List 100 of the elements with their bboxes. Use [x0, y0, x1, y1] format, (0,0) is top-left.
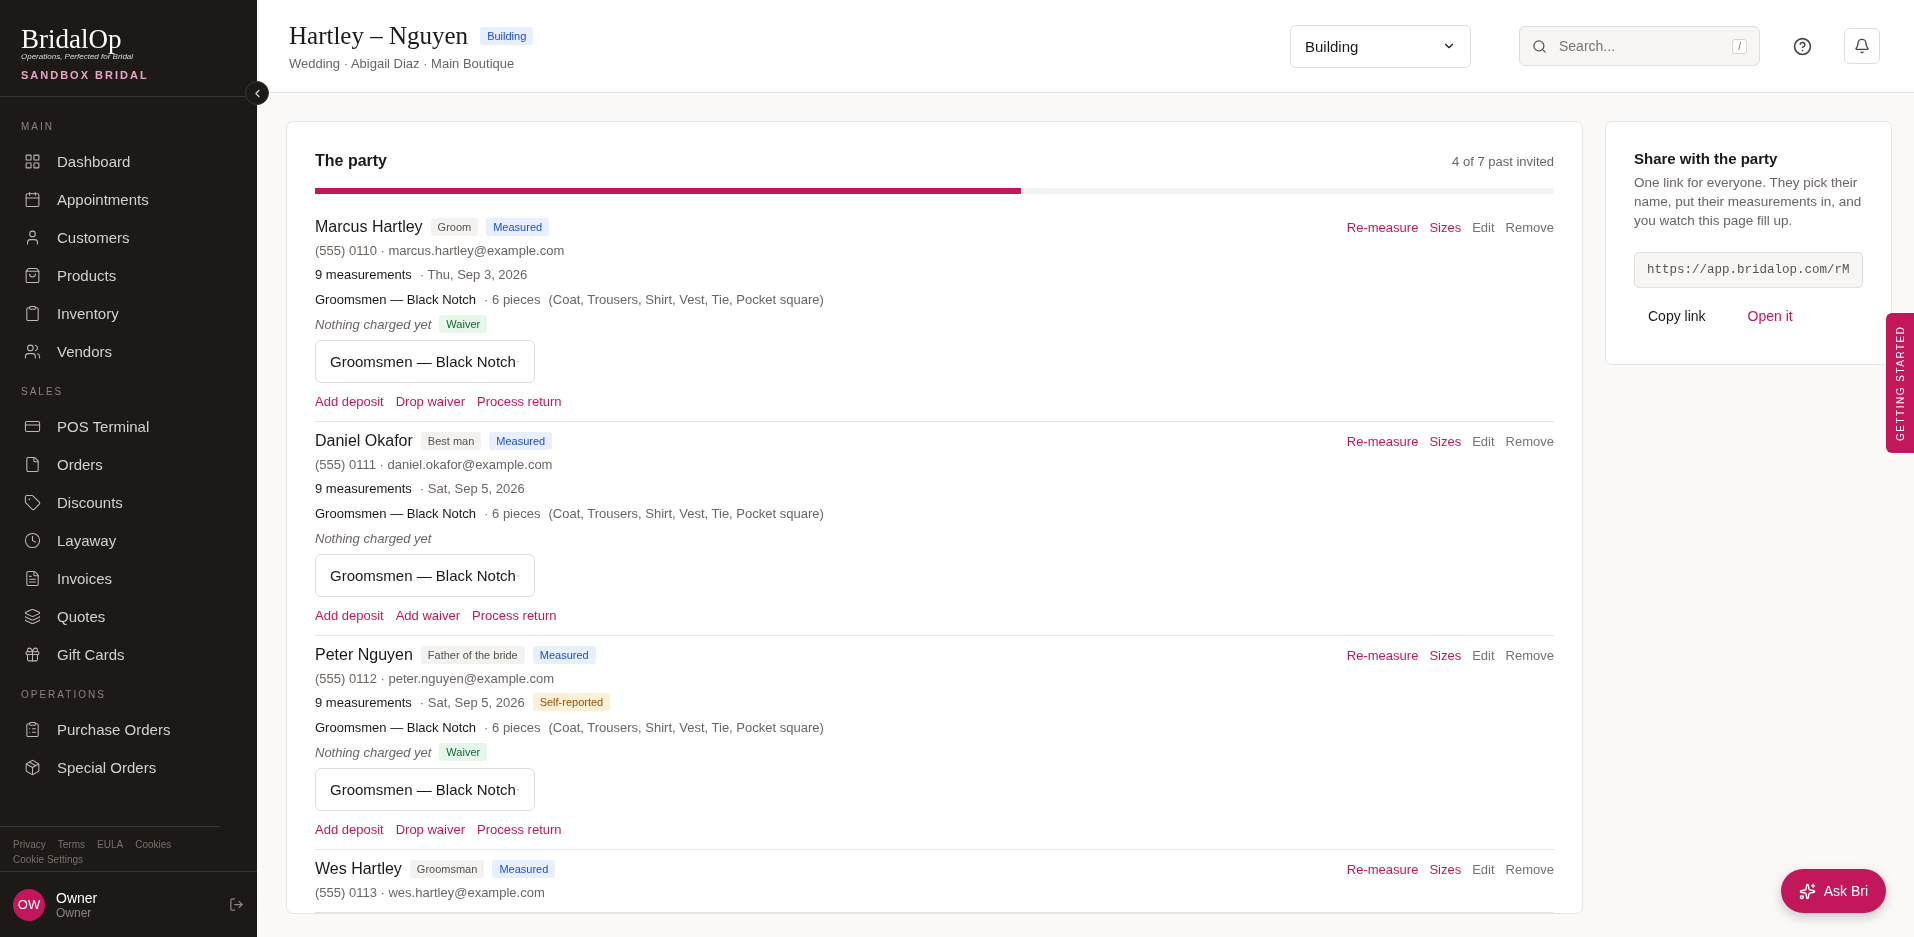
party-link[interactable]: Add deposit — [315, 394, 384, 409]
footer-link[interactable]: Privacy — [13, 839, 46, 850]
page-subtitle: Wedding · Abigail Diaz · Main Boutique — [289, 55, 516, 71]
collapse-button[interactable] — [245, 81, 269, 105]
status-select[interactable]: Building — [1290, 24, 1471, 68]
party-link[interactable]: Process return — [472, 608, 557, 623]
search-input[interactable]: Search... — [1557, 37, 1723, 55]
nav-item[interactable]: Products — [0, 256, 257, 294]
card-title: Share with the party — [1634, 150, 1779, 167]
footer-link[interactable]: Cookies — [135, 839, 172, 850]
party-link[interactable]: Drop waiver — [395, 394, 466, 409]
shortcut-key: / — [1732, 38, 1747, 54]
nav-item[interactable]: POS Terminal — [0, 407, 257, 445]
piece-count: · 6 pieces — [484, 505, 541, 521]
action-link[interactable]: Remove — [1505, 219, 1554, 235]
nav-item[interactable]: Invoices — [0, 559, 257, 597]
people-icon — [24, 342, 41, 360]
action-link[interactable]: Sizes — [1429, 861, 1462, 877]
nav-item[interactable]: Gift Cards — [0, 635, 257, 673]
outfit-select[interactable]: Groomsmen — Black Notch — [315, 768, 535, 811]
document-icon — [24, 455, 41, 473]
status-badge: Measured — [486, 218, 550, 236]
progress-text: 4 of 7 past invited — [1452, 153, 1554, 169]
page-title: Hartley – Nguyen — [289, 21, 469, 50]
bag-icon — [24, 266, 41, 284]
action-link[interactable]: Re-measure — [1346, 219, 1419, 235]
clipboard-icon — [24, 720, 41, 738]
role-badge: Best man — [420, 432, 482, 450]
logout-icon[interactable] — [229, 897, 244, 912]
section-heading: MAIN — [20, 121, 55, 132]
section-heading: OPERATIONS — [20, 689, 107, 700]
waiver-badge: Waiver — [439, 743, 488, 761]
party-link[interactable]: Process return — [477, 394, 562, 409]
piece-list: (Coat, Trousers, Shirt, Vest, Tie, Pocket square) — [548, 291, 824, 307]
party-link[interactable]: Process return — [477, 822, 562, 837]
ask-button[interactable]: Ask Bri — [1780, 869, 1886, 913]
open-link-button[interactable]: Open it — [1733, 302, 1807, 330]
box-icon — [24, 758, 41, 776]
action-link[interactable]: Edit — [1472, 433, 1495, 449]
nav-item[interactable]: Appointments — [0, 180, 257, 218]
notifications-button[interactable] — [1844, 28, 1880, 64]
nav-item[interactable]: Special Orders — [0, 748, 257, 786]
nav-item[interactable]: Orders — [0, 445, 257, 483]
action-link[interactable]: Sizes — [1429, 219, 1462, 235]
user-name: Owner — [56, 889, 99, 906]
piece-count: · 6 pieces — [484, 719, 541, 735]
party-link[interactable]: Drop waiver — [395, 822, 466, 837]
nav-item[interactable]: Purchase Orders — [0, 710, 257, 748]
copy-link-button[interactable]: Copy link — [1634, 302, 1720, 330]
party-link[interactable]: Add waiver — [395, 608, 460, 623]
role-badge: Groomsman — [409, 860, 485, 878]
party-link[interactable]: Add deposit — [315, 608, 384, 623]
action-link[interactable]: Re-measure — [1346, 647, 1419, 663]
nav-item[interactable]: Inventory — [0, 294, 257, 332]
party-link[interactable]: Add deposit — [315, 822, 384, 837]
nav-item[interactable]: Quotes — [0, 597, 257, 635]
piece-list: (Coat, Trousers, Shirt, Vest, Tie, Pocket square) — [548, 505, 824, 521]
measurement-date: · Sat, Sep 5, 2026 — [419, 480, 525, 496]
charge-note: Nothing charged yet — [315, 316, 432, 332]
gift-icon — [24, 645, 41, 663]
role-badge: Father of the bride — [420, 646, 525, 664]
status-badge: Measured — [492, 860, 556, 878]
nav-item[interactable]: Customers — [0, 218, 257, 256]
grid-icon — [24, 152, 41, 170]
outfit-name: Groomsmen — Black Notch — [315, 505, 477, 521]
action-link[interactable]: Edit — [1472, 647, 1495, 663]
action-link[interactable]: Remove — [1505, 433, 1554, 449]
member-name: Peter Nguyen — [315, 646, 413, 664]
calendar-icon — [24, 190, 41, 208]
action-link[interactable]: Sizes — [1429, 647, 1462, 663]
nav-item[interactable]: Dashboard — [0, 142, 257, 180]
member-name: Marcus Hartley — [315, 218, 423, 236]
measurement-count: 9 measurements — [315, 480, 412, 496]
document-icon — [24, 569, 41, 587]
action-link[interactable]: Remove — [1505, 861, 1554, 877]
search-bar[interactable]: Search... / — [1519, 26, 1760, 66]
action-link[interactable]: Re-measure — [1346, 433, 1419, 449]
nav-item[interactable]: Vendors — [0, 332, 257, 370]
contact-text: (555) 0111 · daniel.okafor@example.com — [315, 457, 554, 472]
member-name: Wes Hartley — [315, 860, 402, 878]
nav-item[interactable]: Discounts — [0, 483, 257, 521]
stack-icon — [24, 607, 41, 625]
outfit-select[interactable]: Groomsmen — Black Notch — [315, 340, 535, 383]
charge-note: Nothing charged yet — [315, 744, 432, 760]
waiver-badge: Waiver — [439, 315, 488, 333]
role-badge: Groom — [430, 218, 479, 236]
action-link[interactable]: Edit — [1472, 219, 1495, 235]
action-link[interactable]: Remove — [1505, 647, 1554, 663]
action-link[interactable]: Sizes — [1429, 433, 1462, 449]
link-field[interactable]: https://app.bridalop.com/rM — [1634, 252, 1863, 288]
measurement-count: 9 measurements — [315, 694, 412, 710]
footer-link[interactable]: Terms — [57, 839, 86, 850]
outfit-select[interactable]: Groomsmen — Black Notch — [315, 554, 535, 597]
avatar: OW — [13, 888, 45, 921]
action-link[interactable]: Edit — [1472, 861, 1495, 877]
footer-link[interactable]: Cookie Settings — [13, 854, 84, 865]
getting-started-tab[interactable]: GETTING STARTED — [1886, 313, 1914, 453]
footer-link[interactable]: EULA — [97, 839, 124, 850]
nav-item[interactable]: Layaway — [0, 521, 257, 559]
action-link[interactable]: Re-measure — [1346, 861, 1419, 877]
